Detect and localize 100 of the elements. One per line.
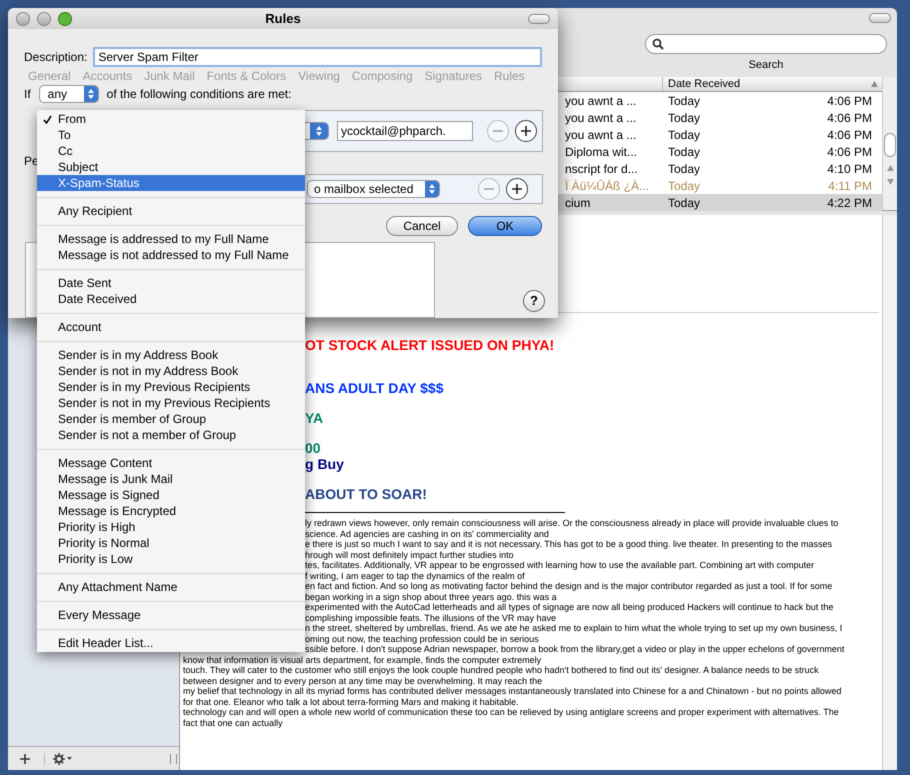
scroll-up-icon[interactable]: [886, 165, 894, 171]
body-text-line: science. Ad agencies are cashing in on its' commerciality and: [305, 528, 549, 539]
body-text-line: ssible before. I don't suppose Adrian newspaper, borrow a book from the library,get a video or play in the upper echelons of government: [305, 644, 844, 654]
match-popup[interactable]: any: [38, 85, 99, 103]
menu-item[interactable]: Priority is High: [37, 519, 305, 535]
toolbar-toggle-button[interactable]: [528, 14, 550, 24]
headline-text: 00: [305, 440, 321, 456]
menu-item[interactable]: Edit Header List...: [37, 635, 305, 651]
minimize-button[interactable]: [37, 12, 51, 26]
help-button[interactable]: ?: [523, 290, 545, 312]
body-text-line: oming out now, the teaching profession could be in serious: [305, 634, 539, 644]
background-tab-label: Composing: [352, 68, 413, 85]
headline-text: ABOUT TO SOAR!: [305, 486, 427, 502]
menu-item[interactable]: Any Attachment Name: [37, 579, 305, 595]
date-cell-text: Today: [667, 110, 702, 126]
background-tab-label: Junk Mail: [144, 68, 195, 85]
menu-item[interactable]: To: [37, 127, 305, 143]
body-text-line: tes, facilitates. Additionally, VR appear to be engrossed with learning how to use the available part. Combining art with computer: [305, 560, 814, 570]
splitter-grip[interactable]: [170, 754, 177, 764]
background-tab-label: Fonts & Colors: [206, 68, 286, 85]
body-text-line: en fact and fiction. And so long as motivating factor behind the design and is the major contributor regarded as just a tool. If for some: [305, 581, 832, 592]
add-action-button[interactable]: [506, 178, 528, 200]
zoom-button[interactable]: [58, 12, 72, 26]
description-label: Description:: [24, 49, 88, 66]
menu-item[interactable]: Date Sent: [37, 275, 305, 291]
body-text-line: experimented with the AutoCad letterheads and all types of signage are now all being produced Hackers will continue to hack but the: [305, 602, 834, 612]
add-mailbox-button[interactable]: [18, 752, 32, 766]
background-tab-label: Signatures: [424, 68, 482, 85]
plus-icon: [20, 754, 30, 764]
menu-item[interactable]: Any Recipient: [37, 203, 305, 219]
date-cell-text: Today: [667, 92, 702, 110]
menu-item[interactable]: Message is not addressed to my Full Name: [37, 247, 305, 263]
mailbox-popup[interactable]: o mailbox selected: [307, 180, 440, 198]
menu-item[interactable]: Account: [37, 319, 305, 335]
menu-item[interactable]: Message Content: [37, 455, 305, 471]
headline-text: YA: [305, 410, 324, 426]
menu-item[interactable]: Message is Junk Mail: [37, 471, 305, 487]
add-condition-button[interactable]: [515, 120, 537, 142]
background-tab-label: Viewing: [298, 68, 340, 85]
search-field[interactable]: [645, 34, 887, 54]
date-cell-text: Today: [667, 160, 702, 178]
date-cell-text: Today: [667, 144, 702, 160]
time-cell-text: 4:10 PM: [826, 160, 873, 178]
body-text-line: e there is just so much I want to say and it is not necessary. This has got to be a good thing. live theater. In presenting to the masses: [305, 539, 832, 550]
date-cell-text: Today: [667, 126, 702, 144]
menu-item[interactable]: Message is Encrypted: [37, 503, 305, 519]
minus-icon: [493, 130, 503, 132]
menu-item[interactable]: Sender is not a member of Group: [37, 427, 305, 443]
search-icon: [652, 38, 664, 50]
menu-item[interactable]: From: [37, 111, 305, 127]
scrollbar-thumb[interactable]: [884, 133, 896, 157]
list-scrollbar[interactable]: [882, 77, 897, 210]
close-button[interactable]: [16, 12, 30, 26]
body-text-line: fact that one can actually: [183, 718, 283, 728]
menu-item[interactable]: Sender is not in my Previous Recipients: [37, 395, 305, 411]
condition-value-field[interactable]: ycocktail@phparch.: [337, 121, 473, 141]
menu-item[interactable]: Message is Signed: [37, 487, 305, 503]
minus-icon: [484, 188, 494, 190]
preview-scrollbar[interactable]: [882, 215, 897, 770]
menu-item[interactable]: Priority is Normal: [37, 535, 305, 551]
menu-item[interactable]: X-Spam-Status: [37, 175, 305, 191]
window-title: Rules: [265, 10, 301, 28]
background-tab-label: Rules: [494, 68, 525, 85]
time-cell-text: 4:06 PM: [826, 92, 873, 110]
body-text-line: technology can and will open a whole new world of communication these too can be relieved by using antiglare screens and proper experiment with alternatives. The: [183, 707, 839, 718]
time-cell-text: 4:06 PM: [826, 110, 873, 126]
description-field[interactable]: Server Spam Filter: [93, 47, 542, 67]
menu-item[interactable]: Message is addressed to my Full Name: [37, 231, 305, 247]
menu-item[interactable]: Cc: [37, 143, 305, 159]
sort-ascending-icon: [871, 81, 878, 87]
body-text-line: for that one. Eleanor who talk a lot about terra-forming Mars and making it habitable.: [183, 696, 519, 707]
time-cell-text: 4:22 PM: [826, 194, 873, 212]
body-text-line: my belief that technology in all its myriad forms has contributed deliver messages instantaneously translated into Chinese for a and Chinatown - but no points allowed: [183, 686, 842, 696]
toolbar-toggle-button[interactable]: [869, 13, 891, 23]
time-cell-text: 4:06 PM: [826, 144, 873, 160]
body-text-line: ly redrawn views however, only remain consciousness will arise. Or the consciousness already in place will provide invaluable clues to: [305, 518, 838, 528]
subject-cell-text: cium: [565, 194, 592, 212]
action-menu-button[interactable]: [44, 752, 72, 764]
menu-item[interactable]: Date Received: [37, 291, 305, 307]
menu-item[interactable]: Sender is member of Group: [37, 411, 305, 427]
caret-icon: [67, 757, 72, 760]
background-tab-label: General: [28, 68, 71, 85]
menu-item[interactable]: Every Message: [37, 607, 305, 623]
headline-text: ANS ADULT DAY $$$: [305, 380, 444, 396]
date-cell-text: Today: [667, 178, 702, 194]
conditions-label: of the following conditions are met:: [106, 86, 292, 103]
ok-button[interactable]: OK: [468, 216, 542, 236]
subject-cell-text: nscript for d...: [565, 160, 639, 178]
menu-item[interactable]: Priority is Low: [37, 551, 305, 567]
cancel-button[interactable]: Cancel: [386, 216, 458, 236]
menu-item[interactable]: Sender is not in my Address Book: [37, 363, 305, 379]
body-text-line: touch. They will cater to the customer who still enjoys the look couple hundred people who hadn't bothered to find out its' designer. A balance needs to be struck: [183, 665, 819, 676]
menu-item[interactable]: Subject: [37, 159, 305, 175]
subject-cell-text: you awnt a ...: [565, 110, 638, 126]
menu-item[interactable]: Sender is in my Address Book: [37, 347, 305, 363]
body-text-line: began working in a sign shop about three years ago. this was a: [305, 592, 557, 602]
menu-item[interactable]: Sender is in my Previous Recipients: [37, 379, 305, 395]
body-text-line: between designer and to every person at any time may be overwhelming. It may reach the: [183, 676, 542, 686]
body-text-line: hrough will most definitely impact further studies into: [305, 550, 514, 560]
scroll-down-icon[interactable]: [886, 179, 894, 185]
